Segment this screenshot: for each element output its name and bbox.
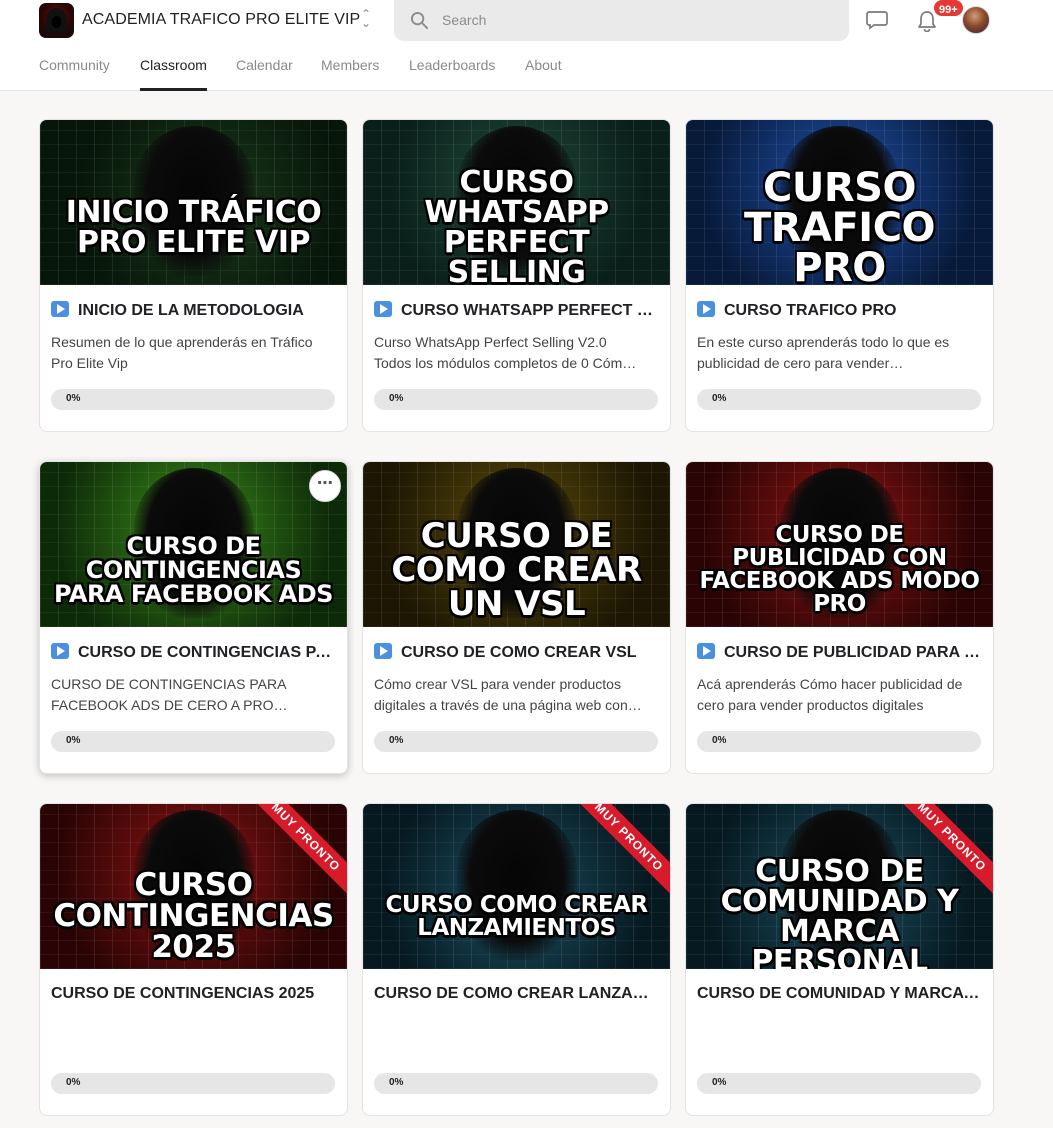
video-play-icon [374,301,392,317]
course-title[interactable]: CURSO DE COMO CREAR LANZAMIENTOS [374,985,659,1003]
video-play-icon [374,643,392,659]
tab-members[interactable]: Members [321,57,379,91]
course-thumbnail[interactable]: CURSO DE CONTINGENCIAS PARA FACEBOOK ADS… [40,462,347,627]
thumbnail-title: INICIO TRÁFICO PRO ELITE VIP [65,194,322,260]
course-progress-bar: 0% [697,1073,981,1094]
video-play-icon [51,643,69,659]
course-thumbnail[interactable]: CURSO DE PUBLICIDAD CON FACEBOOK ADS MOD… [686,462,993,627]
course-card[interactable]: CURSO TRAFICO PRO CURSO TRAFICO PRO En est… [685,119,994,432]
course-thumbnail[interactable]: CURSO DE COMO CREAR UN VSL [363,462,670,627]
course-progress-bar: 0% [374,1073,658,1094]
course-title-text: CURSO DE COMO CREAR VSL [401,644,637,661]
course-title-text: CURSO DE CONTINGENCIAS PARA FACEBOOK ADS [78,644,336,661]
progress-label: 0% [712,1077,727,1088]
thumbnail-title: CURSO COMO CREAR LANZAMIENTOS [385,891,648,941]
progress-label: 0% [389,1077,404,1088]
progress-label: 0% [389,735,404,746]
tab-leaderboards[interactable]: Leaderboards [409,57,495,91]
course-progress-bar: 0% [51,389,335,410]
course-thumbnail[interactable]: INICIO TRÁFICO PRO ELITE VIP [40,120,347,285]
thumbnail-title: CURSO TRAFICO PRO [743,164,936,286]
course-card[interactable]: CURSO WHATSAPP PERFECT SELLING CURSO WHAT… [362,119,671,432]
thumbnail-title: CURSO WHATSAPP PERFECT SELLING [424,164,609,285]
course-description: En este curso aprenderás todo lo que es … [697,334,950,371]
course-progress-bar: 0% [374,731,658,752]
thumbnail-title: CURSO DE COMUNIDAD Y MARCA PERSONAL [720,853,959,969]
tab-about[interactable]: About [525,57,562,91]
chat-icon[interactable] [866,10,888,30]
progress-label: 0% [712,735,727,746]
course-title[interactable]: CURSO DE CONTINGENCIAS 2025 [51,985,336,1003]
user-avatar[interactable] [962,6,990,34]
progress-label: 0% [66,1077,81,1088]
progress-label: 0% [66,735,81,746]
coming-soon-ribbon: MUY PRONTO [568,804,670,898]
course-description: Acá aprenderás Cómo hacer publicidad de … [697,676,963,713]
course-description: Cómo crear VSL para vender productos dig… [374,676,628,713]
group-logo[interactable] [39,3,74,38]
hooded-figure-icon [46,8,67,33]
course-title[interactable]: CURSO DE CONTINGENCIAS PARA FACEBOOK ADS [51,643,336,662]
course-description: Curso WhatsApp Perfect Selling V2.0 Todo… [374,334,631,371]
progress-label: 0% [389,393,404,404]
course-title-text: CURSO DE PUBLICIDAD PARA FACEBOOK ADS [724,644,982,661]
course-title[interactable]: CURSO WHATSAPP PERFECT SELLING [374,301,659,320]
tab-community[interactable]: Community [39,57,110,91]
top-header: ACADEMIA TRAFICO PRO ELITE VIP ⌃⌄ 99+ Co… [0,0,1053,91]
course-title-text: CURSO DE CONTINGENCIAS 2025 [51,985,315,1002]
tab-classroom[interactable]: Classroom [140,57,207,91]
thumbnail-title: CURSO CONTINGENCIAS 2025 [53,867,334,965]
search-bar[interactable] [394,0,849,41]
notification-count-badge: 99+ [932,0,965,18]
progress-label: 0% [712,393,727,404]
course-card[interactable]: CURSO CONTINGENCIAS 2025 MUY PRONTO CURSO … [39,803,348,1116]
tab-calendar[interactable]: Calendar [236,57,293,91]
course-title-text: CURSO DE COMUNIDAD Y MARCA PERSONAL [697,985,982,1002]
course-progress-bar: 0% [697,731,981,752]
course-card[interactable]: CURSO DE PUBLICIDAD CON FACEBOOK ADS MOD… [685,461,994,774]
course-title-text: INICIO DE LA METODOLOGIA [78,302,304,319]
video-play-icon [51,301,69,317]
course-thumbnail[interactable]: CURSO TRAFICO PRO [686,120,993,285]
course-thumbnail[interactable]: CURSO WHATSAPP PERFECT SELLING [363,120,670,285]
course-progress-bar: 0% [697,389,981,410]
course-title[interactable]: INICIO DE LA METODOLOGIA [51,301,336,320]
course-title-text: CURSO TRAFICO PRO [724,302,897,319]
course-title-text: CURSO WHATSAPP PERFECT SELLING [401,302,659,319]
video-play-icon [697,643,715,659]
course-thumbnail[interactable]: CURSO COMO CREAR LANZAMIENTOS MUY PRONTO [363,804,670,969]
thumbnail-title: CURSO DE COMO CREAR UN VSL [391,515,642,624]
course-progress-bar: 0% [51,1073,335,1094]
search-icon [410,11,429,30]
course-title[interactable]: CURSO DE COMUNIDAD Y MARCA PERSONAL [697,985,982,1003]
course-title[interactable]: CURSO DE PUBLICIDAD PARA FACEBOOK ADS [697,643,982,662]
more-options-icon[interactable]: ⋯ [309,470,341,502]
course-progress-bar: 0% [374,389,658,410]
course-description: Resumen de lo que aprenderás en Tráfico … [51,334,313,371]
thumbnail-title: CURSO DE CONTINGENCIAS PARA FACEBOOK ADS [54,531,333,608]
course-title[interactable]: CURSO TRAFICO PRO [697,301,982,320]
group-name[interactable]: ACADEMIA TRAFICO PRO ELITE VIP [82,11,360,29]
course-thumbnail[interactable]: CURSO DE COMUNIDAD Y MARCA PERSONAL MUY P… [686,804,993,969]
course-card[interactable]: CURSO DE COMO CREAR UN VSL CURSO DE COMO … [362,461,671,774]
group-switcher-chevron-icon[interactable]: ⌃ ⌄ [358,8,374,32]
course-description: CURSO DE CONTINGENCIAS PARA FACEBOOK ADS… [51,676,286,713]
course-title[interactable]: CURSO DE COMO CREAR VSL [374,643,659,662]
course-card[interactable]: CURSO COMO CREAR LANZAMIENTOS MUY PRONTO C… [362,803,671,1116]
course-thumbnail[interactable]: CURSO CONTINGENCIAS 2025 MUY PRONTO [40,804,347,969]
course-card[interactable]: INICIO TRÁFICO PRO ELITE VIP INICIO DE LA… [39,119,348,432]
search-input[interactable] [442,10,832,30]
course-progress-bar: 0% [51,731,335,752]
thumbnail-title: CURSO DE PUBLICIDAD CON FACEBOOK ADS MOD… [699,521,980,617]
video-play-icon [697,301,715,317]
progress-label: 0% [66,393,81,404]
course-title-text: CURSO DE COMO CREAR LANZAMIENTOS [374,985,659,1002]
course-card[interactable]: CURSO DE COMUNIDAD Y MARCA PERSONAL MUY P… [685,803,994,1116]
course-card[interactable]: CURSO DE CONTINGENCIAS PARA FACEBOOK ADS… [39,461,348,774]
